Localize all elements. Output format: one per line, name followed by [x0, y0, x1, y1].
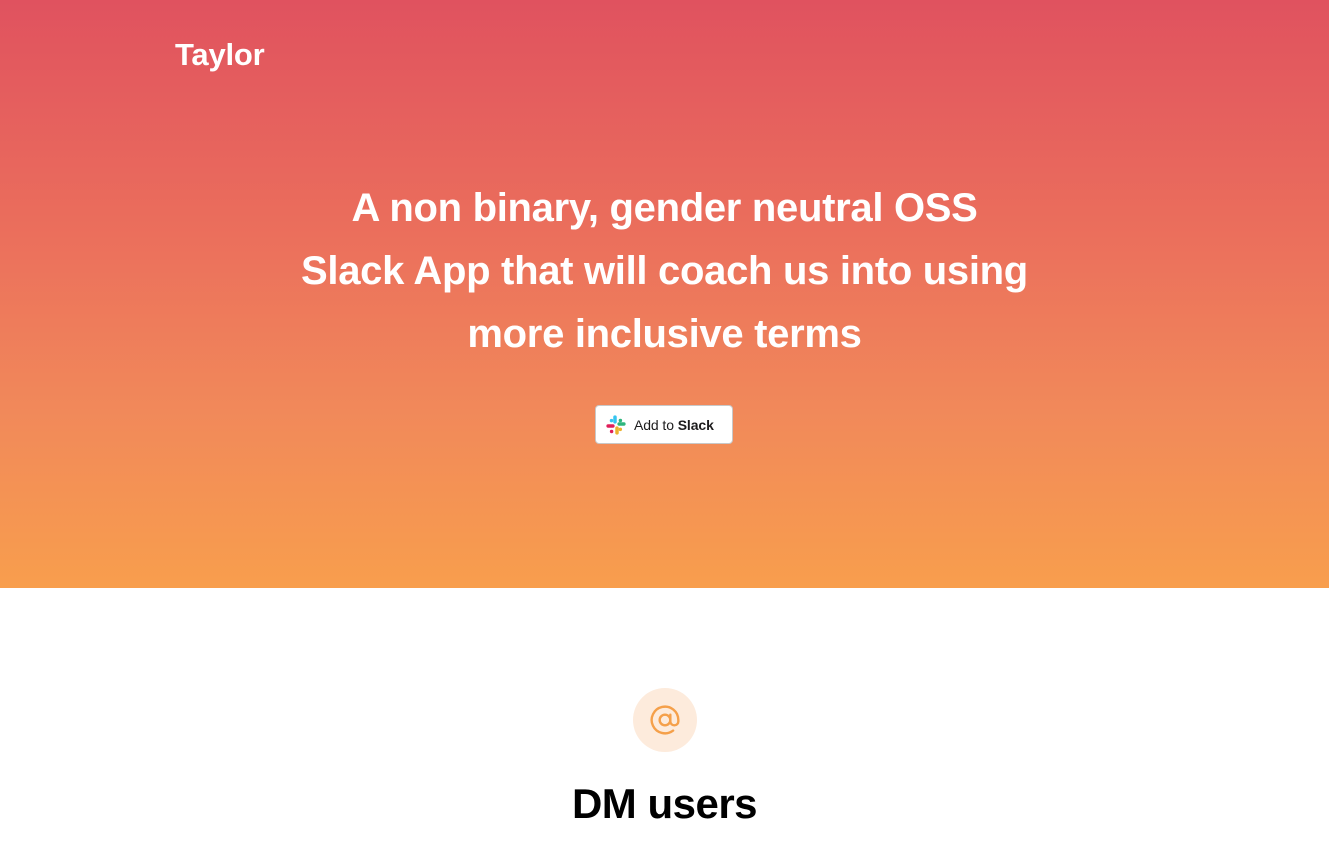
- feature-title: DM users: [571, 780, 758, 827]
- headline-line: A non binary, gender neutral OSS: [351, 186, 978, 230]
- add-to-slack-button[interactable]: Add to Slack: [595, 405, 733, 444]
- at-sign-icon: [650, 705, 680, 735]
- slack-logo-icon: [606, 414, 626, 435]
- brand-logo-text[interactable]: Taylor: [175, 36, 265, 74]
- hero-section: Taylor A non binary, gender neutral OSS …: [0, 0, 1329, 588]
- add-to-slack-label: Add to Slack: [634, 416, 714, 433]
- headline-line: more inclusive terms: [467, 312, 862, 356]
- headline-line: Slack App that will coach us into using: [301, 249, 1028, 293]
- feature-icon-circle: [633, 688, 697, 752]
- hero-headline: A non binary, gender neutral OSS Slack A…: [0, 177, 1329, 366]
